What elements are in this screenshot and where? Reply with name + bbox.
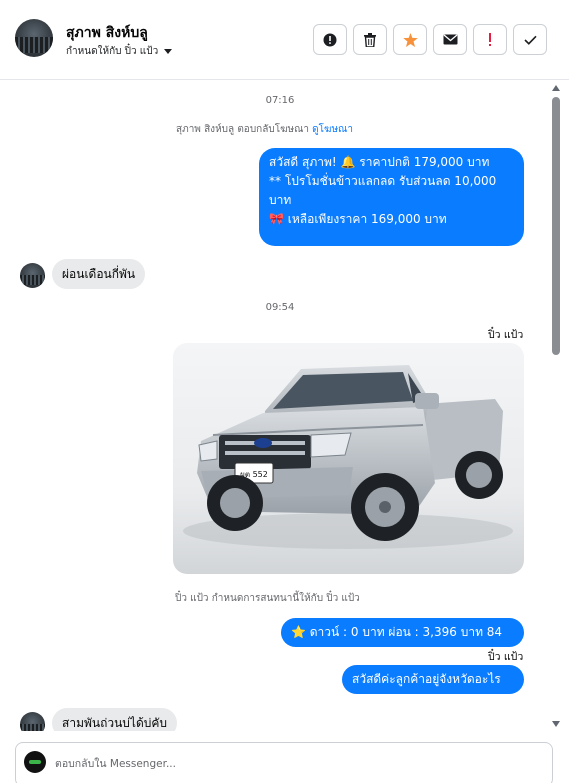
truck-photo[interactable]: ผต 552 — [173, 343, 524, 574]
agent-name: ปิ๋ว แป้ว — [488, 651, 524, 663]
agent-name: ปิ๋ว แป้ว — [488, 329, 524, 341]
customer-message-bubble[interactable]: สามพันถ่วนบ่ได้บ่คับ — [52, 708, 177, 731]
customer-message-bubble[interactable]: ผ่อนเดือนกี่พัน — [52, 259, 146, 289]
mark-done-button[interactable] — [513, 24, 547, 55]
mark-unread-button[interactable] — [433, 24, 467, 55]
star-button[interactable] — [393, 24, 427, 55]
reply-composer[interactable]: ตอบกลับใน Messenger... — [15, 742, 553, 783]
exclamation-circle-icon — [323, 33, 337, 46]
agent-message-bubble[interactable]: ⭐ ดาวน์ : 0 บาท ผ่อน : 3,396 บาท 84 งวด — [281, 618, 524, 668]
conversation-header: สุภาพ สิงห์บลู กำหนดให้กับ ปิ๋ว แป้ว — [0, 0, 569, 80]
page-message-bubble[interactable]: สวัสดี สุภาพ! 🔔 ราคาปกติ 179,000 บาท ** … — [259, 148, 524, 261]
checkmark-icon — [523, 35, 537, 45]
contact-avatar[interactable] — [15, 19, 53, 57]
scroll-up-arrow-icon[interactable] — [552, 85, 560, 91]
message-thread: 07:16 สุภาพ สิงห์บลู ตอบกลับโฆษณา ดูโฆษณ… — [0, 81, 552, 731]
timestamp: 07:16 — [265, 95, 295, 106]
message-line: 🎀 เหลือเพียงราคา 169,000 บาท — [269, 212, 447, 226]
agent-message-bubble[interactable]: สวัสดีค่ะลูกค้าอยู่จังหวัดอะไรคะ — [342, 665, 524, 715]
message-line: สวัสดี สุภาพ! 🔔 ราคาปกติ 179,000 บาท — [269, 155, 490, 169]
customer-avatar — [20, 712, 45, 731]
envelope-icon — [443, 34, 457, 45]
ad-reply-note: สุภาพ สิงห์บลู ตอบกลับโฆษณา ดูโฆษณา — [176, 122, 353, 137]
star-icon — [402, 32, 418, 47]
assignee-label: กำหนดให้กับ ปิ๋ว แป้ว — [66, 46, 159, 57]
mark-follow-up-button[interactable] — [313, 24, 347, 55]
assignee-dropdown[interactable]: กำหนดให้กับ ปิ๋ว แป้ว — [66, 44, 173, 59]
scrollbar-thumb[interactable] — [552, 97, 560, 355]
thread-scrollbar[interactable] — [549, 81, 563, 733]
caret-down-icon — [164, 49, 173, 54]
assignment-note: ปิ๋ว แป้ว กำหนดการสนทนานี้ให้กับ ปิ๋ว แป… — [175, 593, 360, 604]
ad-reply-prefix: สุภาพ สิงห์บลู ตอบกลับโฆษณา — [176, 124, 309, 135]
scroll-down-arrow-icon[interactable] — [552, 721, 560, 727]
customer-avatar — [20, 263, 45, 288]
message-line: รหัสรถ : G087 — [269, 247, 349, 261]
trash-icon — [364, 32, 376, 47]
header-actions — [313, 24, 547, 55]
view-ad-link[interactable]: ดูโฆษณา — [312, 124, 353, 135]
reply-input-placeholder: ตอบกลับใน Messenger... — [55, 758, 176, 770]
page-avatar — [24, 751, 46, 773]
exclamation-icon — [489, 32, 491, 46]
delete-button[interactable] — [353, 24, 387, 55]
timestamp: 09:54 — [265, 302, 295, 313]
contact-name[interactable]: สุภาพ สิงห์บลู — [66, 22, 148, 44]
message-line: ** โปรโมชั่นข้าวแลกลด รับส่วนลด 10,000 บ… — [269, 174, 497, 207]
spam-button[interactable] — [473, 24, 507, 55]
